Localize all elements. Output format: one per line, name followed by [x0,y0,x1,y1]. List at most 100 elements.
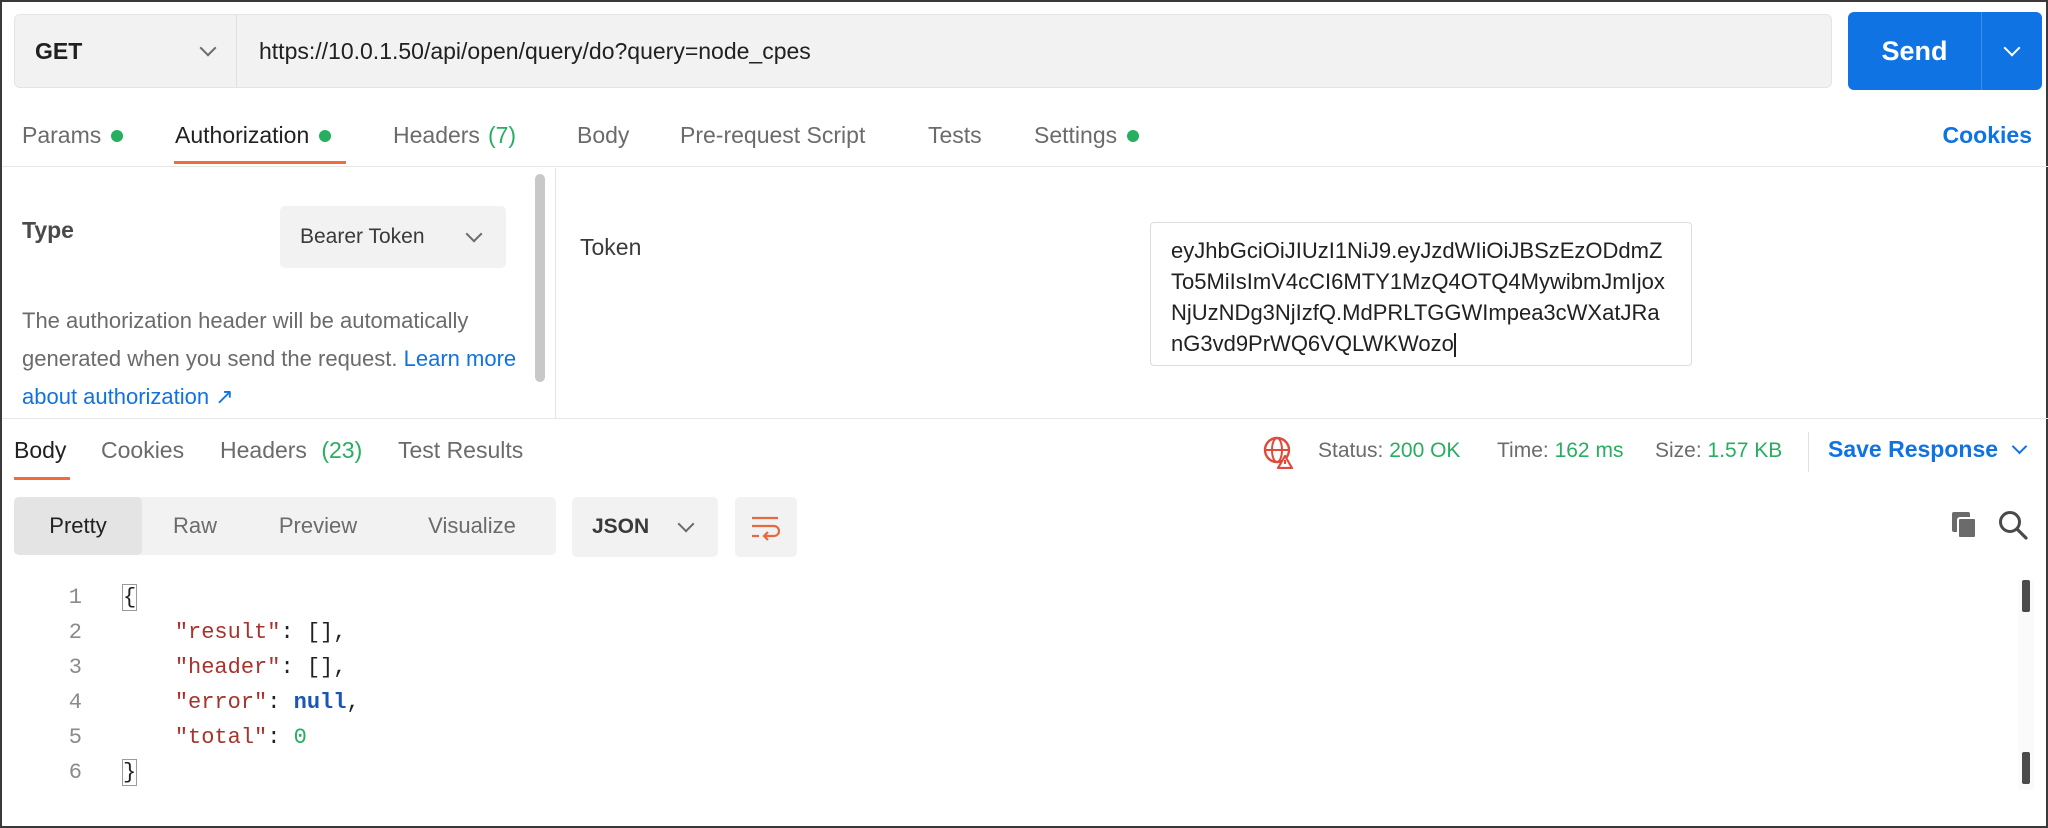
headers-count: (7) [487,122,517,148]
tab-label: Settings [1034,122,1118,148]
cookies-link[interactable]: Cookies [1943,122,2032,149]
response-tab-body[interactable]: Body [14,437,66,464]
code-line: 4 "error": null, [2,685,2002,720]
tab-params[interactable]: Params [22,122,124,149]
tab-headers[interactable]: Headers (7) [393,122,516,149]
divider [2,166,2048,167]
tab-label: Headers [393,122,480,148]
token-value: eyJhbGciOiJIUzI1NiJ9.eyJzdWIiOiJBSzEzODd… [1171,238,1665,356]
size-label: Size: [1655,439,1702,462]
text-caret [1453,333,1456,358]
json-value: [] [306,655,334,680]
chevron-down-icon [677,515,695,533]
line-number: 3 [68,655,82,680]
active-tab-indicator [174,161,346,164]
network-globe-warning-icon[interactable] [1262,435,1296,469]
tab-label: Tests [928,122,982,148]
chevron-down-icon [2011,438,2028,455]
chevron-down-icon [2003,39,2021,57]
token-label: Token [580,234,642,260]
size-value: 1.57 KB [1707,439,1783,462]
json-punct: , [333,620,347,645]
headers-count: (23) [321,437,363,463]
response-time: Time: 162 ms [1497,439,1623,463]
response-scrollbar-thumb[interactable] [2022,580,2030,612]
tab-label: Pre-request Script [680,122,866,148]
chevron-down-icon [465,225,483,243]
divider [2,418,2048,419]
code-text: "total": 0 [174,725,307,750]
line-number: 6 [68,760,82,785]
response-body-viewer[interactable]: 1 { 2 "result": [], 3 "header": [], 4 "e… [2,580,2002,790]
format-value: JSON [592,515,650,538]
copy-icon[interactable] [1950,510,1980,540]
status-dot-icon [319,129,332,142]
status-label: Status: [1318,439,1384,462]
time-label: Time: [1497,439,1549,462]
send-button[interactable]: Send [1848,12,1982,90]
save-response-label: Save Response [1828,436,1999,462]
method-value: GET [35,37,83,64]
view-mode-switcher: Pretty Raw Preview Visualize [14,497,556,555]
auth-type-label: Type [22,217,74,243]
wrap-lines-icon [752,516,781,541]
auth-type-select[interactable]: Bearer Token [280,206,506,268]
json-key: "result" [174,620,281,645]
line-number: 2 [68,620,82,645]
auth-description-text: The authorization header will be automat… [22,308,469,371]
code-text: "result": [], [174,620,347,645]
status-dot-icon [111,129,124,142]
app-window: GET https://10.0.1.50/api/open/query/do?… [0,0,2048,828]
status-dot-icon [1127,129,1140,142]
tab-settings[interactable]: Settings [1034,122,1140,149]
auth-panel-scrollbar[interactable] [535,174,545,382]
tab-label: Body [577,122,630,148]
response-scrollbar-thumb-bottom[interactable] [2022,752,2030,784]
response-tab-test-results[interactable]: Test Results [398,437,523,464]
request-url-bar: GET https://10.0.1.50/api/open/query/do?… [14,14,1832,88]
code-line: 6 } [2,755,2002,790]
active-tab-indicator [14,477,70,480]
code-line: 2 "result": [], [2,615,2002,650]
save-response-button[interactable]: Save Response [1828,436,2028,463]
brace-close: } [122,759,138,786]
tab-pre-request-script[interactable]: Pre-request Script [680,122,865,149]
brace-open: { [122,584,138,611]
json-punct: , [333,655,347,680]
code-text: "header": [], [174,655,347,680]
json-punct: , [346,690,360,715]
status-value: 200 OK [1389,439,1461,462]
response-tab-headers[interactable]: Headers (23) [220,437,362,464]
json-key: "total" [174,725,268,750]
json-value: null [293,690,347,715]
response-status: Status: 200 OK [1318,439,1460,463]
response-tab-cookies[interactable]: Cookies [101,437,184,464]
code-line: 1 { [2,580,2002,615]
response-size: Size: 1.57 KB [1655,439,1782,463]
json-value: [] [306,620,334,645]
code-line: 3 "header": [], [2,650,2002,685]
code-text: "error": null, [174,690,360,715]
view-visualize-button[interactable]: Visualize [388,497,556,555]
time-value: 162 ms [1554,439,1624,462]
tab-tests[interactable]: Tests [928,122,982,149]
view-pretty-button[interactable]: Pretty [14,497,142,555]
wrap-lines-button[interactable] [735,497,797,557]
code-text: { [82,584,138,611]
search-icon[interactable] [1996,508,2030,542]
json-value: 0 [293,725,307,750]
divider [555,168,556,418]
method-select[interactable]: GET [15,15,237,87]
chevron-down-icon [199,39,217,57]
send-button-group: Send [1848,12,2042,90]
tab-authorization[interactable]: Authorization [175,122,332,149]
token-input[interactable]: eyJhbGciOiJIUzI1NiJ9.eyJzdWIiOiJBSzEzODd… [1150,222,1692,366]
view-raw-button[interactable]: Raw [142,497,248,555]
send-options-button[interactable] [1982,12,2042,90]
url-input[interactable]: https://10.0.1.50/api/open/query/do?quer… [237,15,1831,87]
format-select[interactable]: JSON [572,497,718,557]
line-number: 4 [68,690,82,715]
view-preview-button[interactable]: Preview [248,497,388,555]
tab-label: Headers [220,437,307,463]
tab-body[interactable]: Body [577,122,629,149]
